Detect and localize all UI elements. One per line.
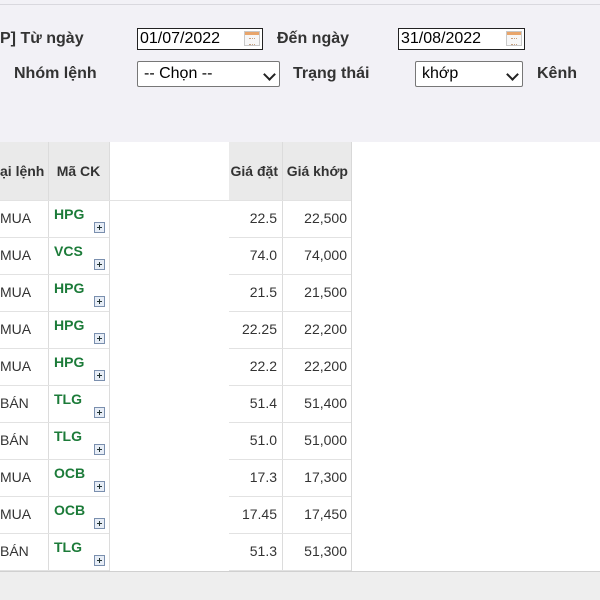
match-price-cell: 51,300 — [304, 543, 347, 559]
from-date-label: P] Từ ngày — [0, 30, 84, 47]
calendar-icon[interactable] — [506, 31, 522, 46]
plus-box-icon[interactable] — [94, 296, 105, 307]
order-price-cell: 51.0 — [249, 432, 277, 448]
table-footer — [0, 571, 600, 600]
col-divider — [48, 142, 49, 571]
plus-box-icon[interactable] — [94, 407, 105, 418]
chevron-down-icon — [506, 68, 519, 81]
symbol-cell[interactable]: OCB — [54, 492, 94, 529]
match-price-cell: 21,500 — [304, 284, 347, 300]
order-price-cell: 22.2 — [249, 358, 277, 374]
order-price-cell: 17.3 — [249, 469, 277, 485]
order-price-cell: 21.5 — [249, 284, 277, 300]
match-price-cell: 51,000 — [304, 432, 347, 448]
filter-panel: P] Từ ngày 01/07/2022 Đến ngày 31/08/202… — [0, 0, 600, 142]
from-date-value: 01/07/2022 — [140, 30, 221, 47]
symbol-cell[interactable]: TLG — [54, 418, 94, 455]
plus-box-icon[interactable] — [94, 481, 105, 492]
order-type-cell: BÁN — [0, 543, 29, 559]
calendar-icon[interactable] — [244, 31, 260, 46]
symbol-cell[interactable]: TLG — [54, 381, 94, 418]
status-select[interactable]: khớp — [415, 61, 523, 87]
plus-box-icon[interactable] — [94, 259, 105, 270]
symbol-cell[interactable]: VCS — [54, 233, 94, 270]
channel-label: Kênh — [537, 65, 577, 82]
plus-box-icon[interactable] — [94, 370, 105, 381]
chevron-down-icon — [263, 68, 276, 81]
order-type-cell: MUA — [0, 247, 32, 263]
match-price-cell: 74,000 — [304, 247, 347, 263]
plus-box-icon[interactable] — [94, 518, 105, 529]
to-date-label: Đến ngày — [277, 30, 350, 47]
column-header-order-type[interactable]: ại lệnh — [0, 142, 48, 200]
order-group-select[interactable]: -- Chọn -- — [137, 61, 280, 87]
order-type-cell: BÁN — [0, 395, 29, 411]
order-type-cell: MUA — [0, 321, 32, 337]
to-date-value: 31/08/2022 — [401, 30, 482, 47]
match-price-cell: 22,200 — [304, 321, 347, 337]
order-group-label: Nhóm lệnh — [14, 65, 97, 82]
order-type-cell: MUA — [0, 506, 32, 522]
plus-box-icon[interactable] — [94, 444, 105, 455]
symbol-cell[interactable]: OCB — [54, 455, 94, 492]
order-price-cell: 17.45 — [241, 506, 277, 522]
column-header-order-price[interactable]: Giá đặt — [229, 142, 282, 200]
order-type-cell: MUA — [0, 210, 32, 226]
order-price-cell: 51.4 — [249, 395, 277, 411]
plus-box-icon[interactable] — [94, 333, 105, 344]
to-date-field[interactable]: 31/08/2022 — [398, 28, 525, 50]
symbol-cell[interactable]: HPG — [54, 344, 94, 381]
symbol-cell[interactable]: TLG — [54, 529, 94, 566]
status-selected: khớp — [422, 65, 459, 82]
order-group-selected: -- Chọn -- — [144, 65, 213, 82]
match-price-cell: 22,200 — [304, 358, 347, 374]
status-label: Trạng thái — [293, 65, 370, 82]
match-price-cell: 22,500 — [304, 210, 347, 226]
order-type-cell: MUA — [0, 284, 32, 300]
from-date-field[interactable]: 01/07/2022 — [137, 28, 263, 50]
match-price-cell: 17,450 — [304, 506, 347, 522]
order-price-cell: 22.25 — [241, 321, 277, 337]
order-type-cell: MUA — [0, 469, 32, 485]
order-price-cell: 51.3 — [249, 543, 277, 559]
plus-box-icon[interactable] — [94, 555, 105, 566]
symbol-cell[interactable]: HPG — [54, 196, 94, 233]
column-header-symbol[interactable]: Mã CK — [48, 142, 109, 200]
symbol-cell[interactable]: HPG — [54, 270, 94, 307]
col-divider — [109, 142, 110, 571]
table-right-border — [351, 142, 352, 571]
order-type-cell: MUA — [0, 358, 32, 374]
panel-divider — [0, 4, 600, 5]
column-header-match-price[interactable]: Giá khớp — [282, 142, 351, 200]
match-price-cell: 51,400 — [304, 395, 347, 411]
order-price-cell: 22.5 — [249, 210, 277, 226]
plus-box-icon[interactable] — [94, 222, 105, 233]
order-price-cell: 74.0 — [249, 247, 277, 263]
match-price-cell: 17,300 — [304, 469, 347, 485]
order-type-cell: BÁN — [0, 432, 29, 448]
symbol-cell[interactable]: HPG — [54, 307, 94, 344]
